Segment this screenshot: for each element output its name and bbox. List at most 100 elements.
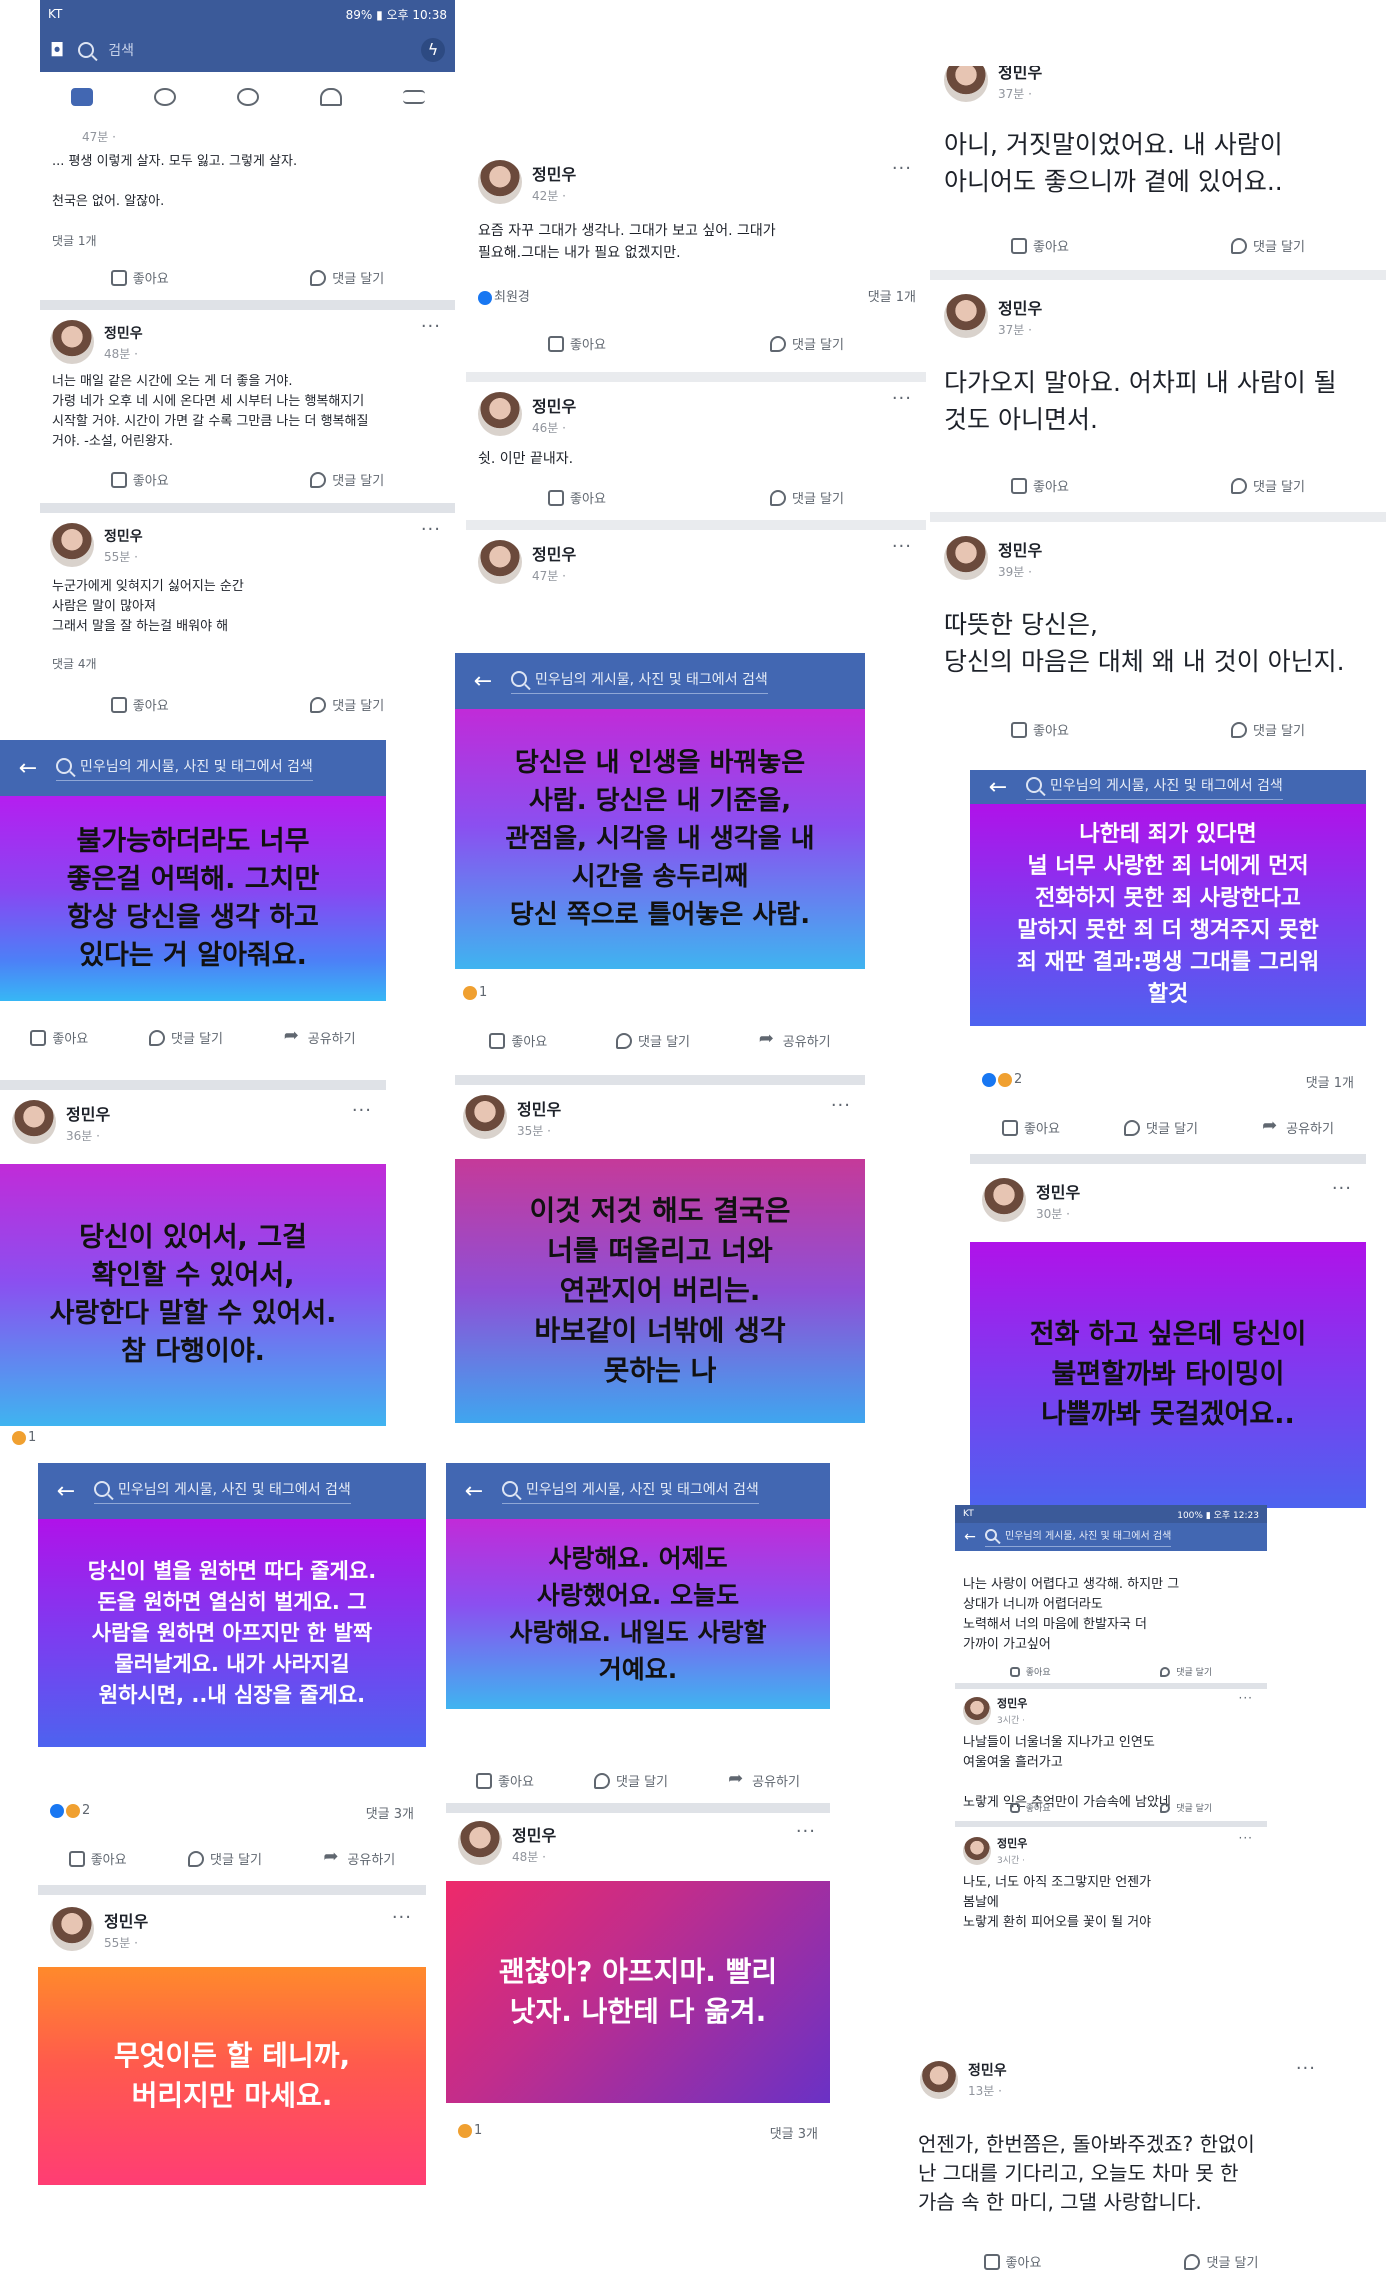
comment-button[interactable]: 댓글 달기	[769, 334, 844, 353]
profile-search-input[interactable]: 민우님의 게시물, 사진 및 태그에서 검색	[1005, 1527, 1171, 1542]
more-options-icon[interactable]: ···	[352, 1100, 372, 1121]
avatar[interactable]	[944, 536, 988, 580]
comment-button[interactable]: 댓글 달기	[188, 1849, 262, 1868]
more-options-icon[interactable]: ···	[892, 388, 912, 409]
author-name[interactable]: 정민우	[512, 1822, 556, 1846]
like-button[interactable]: 좋아요	[489, 1031, 547, 1050]
author-name[interactable]: 정민우	[997, 1695, 1027, 1711]
like-button[interactable]: 좋아요	[1009, 1665, 1051, 1678]
comment-button[interactable]: 댓글 달기	[1184, 2252, 1258, 2271]
avatar[interactable]	[478, 392, 522, 436]
author-name[interactable]: 정민우	[532, 161, 576, 185]
back-arrow-icon[interactable]: ←	[455, 669, 511, 694]
profile-search-input[interactable]: 민우님의 게시물, 사진 및 태그에서 검색	[1050, 775, 1283, 795]
author-name[interactable]: 정민우	[968, 2060, 1007, 2080]
author-name[interactable]: 정민우	[104, 526, 143, 546]
avatar[interactable]	[50, 523, 94, 567]
avatar[interactable]	[478, 540, 522, 584]
more-options-icon[interactable]: ···	[796, 1821, 816, 1842]
news-feed-tab-icon[interactable]	[70, 88, 93, 106]
more-options-icon[interactable]: ···	[1239, 1831, 1253, 1845]
comment-button[interactable]: 댓글 달기	[1160, 1801, 1212, 1814]
avatar[interactable]	[920, 2060, 958, 2099]
notifications-bell-icon[interactable]	[319, 88, 342, 106]
comment-button[interactable]: 댓글 달기	[1124, 1118, 1198, 1137]
like-button[interactable]: 좋아요	[1011, 476, 1069, 495]
profile-search-input[interactable]: 민우님의 게시물, 사진 및 태그에서 검색	[535, 669, 768, 689]
author-name[interactable]: 정민우	[998, 66, 1042, 83]
search-icon[interactable]	[78, 42, 95, 58]
author-name[interactable]: 정민우	[104, 323, 143, 343]
share-button[interactable]: 공유하기	[728, 1768, 800, 1791]
comment-button[interactable]: 댓글 달기	[149, 1028, 223, 1047]
more-options-icon[interactable]: ···	[392, 1907, 412, 1928]
like-button[interactable]: 좋아요	[1011, 720, 1069, 739]
avatar[interactable]	[963, 1836, 991, 1865]
like-button[interactable]: 좋아요	[983, 2252, 1041, 2271]
author-name[interactable]: 정민우	[66, 1101, 110, 1125]
more-options-icon[interactable]: ···	[1332, 1178, 1352, 1199]
avatar[interactable]	[50, 320, 94, 364]
like-button[interactable]: 좋아요	[110, 268, 169, 287]
more-options-icon[interactable]: ···	[892, 158, 912, 179]
back-arrow-icon[interactable]: ←	[446, 1479, 502, 1504]
search-input[interactable]: 검색	[108, 40, 407, 60]
back-arrow-icon[interactable]: ←	[955, 1529, 985, 1545]
avatar[interactable]	[458, 1821, 502, 1865]
like-button[interactable]: 좋아요	[1002, 1118, 1060, 1137]
more-options-icon[interactable]: ···	[1296, 2058, 1316, 2079]
back-arrow-icon[interactable]: ←	[970, 775, 1026, 800]
comment-button[interactable]: 댓글 달기	[1160, 1665, 1212, 1678]
profile-search-input[interactable]: 민우님의 게시물, 사진 및 태그에서 검색	[80, 756, 313, 776]
comment-button[interactable]: 댓글 달기	[1230, 236, 1305, 255]
more-options-icon[interactable]: ···	[1239, 1691, 1253, 1705]
avatar[interactable]	[944, 66, 988, 102]
share-button[interactable]: 공유하기	[284, 1025, 356, 1048]
avatar[interactable]	[982, 1178, 1026, 1222]
like-button[interactable]: 좋아요	[68, 1849, 127, 1868]
author-name[interactable]: 정민우	[997, 1835, 1027, 1851]
author-name[interactable]: 정민우	[532, 541, 576, 565]
more-options-icon[interactable]: ···	[892, 536, 912, 557]
like-button[interactable]: 좋아요	[1011, 236, 1069, 255]
camera-icon[interactable]: ◘	[50, 40, 64, 61]
like-button[interactable]: 좋아요	[110, 470, 169, 489]
profile-search-input[interactable]: 민우님의 게시물, 사진 및 태그에서 검색	[526, 1479, 759, 1499]
messenger-icon[interactable]: ϟ	[421, 38, 445, 62]
back-arrow-icon[interactable]: ←	[0, 756, 56, 781]
friends-tab-icon[interactable]	[153, 88, 176, 106]
author-name[interactable]: 정민우	[532, 393, 576, 417]
author-name[interactable]: 정민우	[998, 537, 1042, 561]
like-button[interactable]: 좋아요	[1009, 1801, 1051, 1814]
author-name[interactable]: 정민우	[998, 295, 1042, 319]
menu-icon[interactable]	[402, 90, 425, 104]
share-button[interactable]: 공유하기	[323, 1846, 395, 1869]
like-button[interactable]: 좋아요	[30, 1028, 88, 1047]
comment-button[interactable]: 댓글 달기	[1230, 720, 1305, 739]
comment-button[interactable]: 댓글 달기	[310, 268, 384, 287]
avatar[interactable]	[963, 1696, 991, 1725]
share-button[interactable]: 공유하기	[1262, 1115, 1334, 1138]
more-options-icon[interactable]: ···	[831, 1095, 851, 1116]
comment-button[interactable]: 댓글 달기	[1230, 476, 1305, 495]
avatar[interactable]	[12, 1100, 56, 1144]
comment-button[interactable]: 댓글 달기	[769, 488, 844, 507]
avatar[interactable]	[463, 1095, 507, 1139]
profile-search-input[interactable]: 민우님의 게시물, 사진 및 태그에서 검색	[118, 1479, 351, 1499]
back-arrow-icon[interactable]: ←	[38, 1479, 94, 1504]
avatar[interactable]	[50, 1907, 94, 1951]
more-options-icon[interactable]: ···	[421, 519, 441, 540]
comment-button[interactable]: 댓글 달기	[310, 695, 384, 714]
avatar[interactable]	[944, 294, 988, 338]
avatar[interactable]	[478, 160, 522, 204]
author-name[interactable]: 정민우	[104, 1908, 148, 1932]
author-name[interactable]: 정민우	[517, 1096, 561, 1120]
like-button[interactable]: 좋아요	[548, 488, 606, 507]
comment-button[interactable]: 댓글 달기	[594, 1771, 668, 1790]
like-button[interactable]: 좋아요	[476, 1771, 534, 1790]
comment-button[interactable]: 댓글 달기	[616, 1031, 690, 1050]
more-options-icon[interactable]: ···	[421, 316, 441, 337]
author-name[interactable]: 정민우	[1036, 1179, 1080, 1203]
like-button[interactable]: 좋아요	[110, 695, 169, 714]
share-button[interactable]: 공유하기	[759, 1028, 831, 1051]
